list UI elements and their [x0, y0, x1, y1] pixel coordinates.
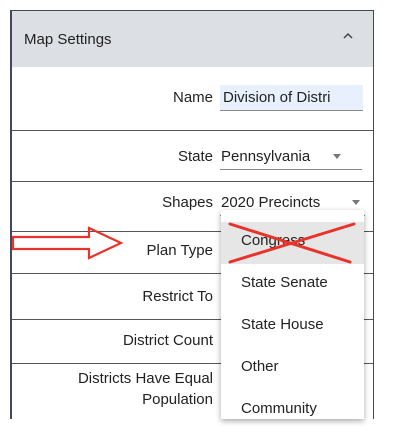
menu-item-community[interactable]: Community — [221, 390, 364, 432]
state-label: State — [177, 148, 213, 165]
name-input[interactable]: Division of Distri — [220, 85, 363, 111]
name-row: Name Division of Distri — [12, 67, 373, 131]
state-select[interactable]: Pennsylvania — [220, 144, 362, 170]
equal-population-label: Districts Have Equal Population — [78, 368, 213, 410]
menu-item-label: Congress — [241, 232, 306, 249]
state-select-value: Pennsylvania — [221, 148, 311, 165]
restrict-to-label: Restrict To — [142, 288, 213, 305]
red-arrow-annotation-icon — [11, 226, 123, 260]
menu-item-state-house[interactable]: State House — [221, 306, 364, 348]
equal-population-label-line1: Districts Have Equal — [77, 370, 213, 387]
equal-population-label-line2: Population — [142, 391, 213, 408]
menu-item-label: Other — [241, 358, 279, 375]
menu-item-label: State House — [241, 316, 324, 333]
menu-item-other[interactable]: Other — [221, 348, 364, 390]
shapes-label: Shapes — [162, 194, 213, 211]
menu-item-label: Community — [241, 400, 317, 417]
menu-item-state-senate[interactable]: State Senate — [221, 264, 364, 306]
name-input-value: Division of Distri — [223, 89, 331, 106]
plan-type-dropdown-menu: Congress State Senate State House Other … — [221, 210, 364, 419]
shapes-select-value: 2020 Precincts — [221, 194, 321, 211]
state-row: State Pennsylvania — [12, 131, 373, 182]
name-label: Name — [172, 89, 213, 106]
page: Map Settings Name Division of Distri Sta… — [0, 0, 410, 419]
menu-item-label: State Senate — [241, 274, 328, 291]
menu-item-congress[interactable]: Congress — [221, 222, 364, 264]
plan-type-label: Plan Type — [146, 242, 213, 259]
panel-title: Map Settings — [24, 31, 112, 48]
chevron-up-icon[interactable] — [341, 29, 355, 43]
panel-header[interactable]: Map Settings — [12, 11, 373, 67]
dropdown-caret-icon — [352, 200, 360, 205]
dropdown-caret-icon — [333, 154, 341, 159]
district-count-label: District Count — [122, 332, 213, 349]
